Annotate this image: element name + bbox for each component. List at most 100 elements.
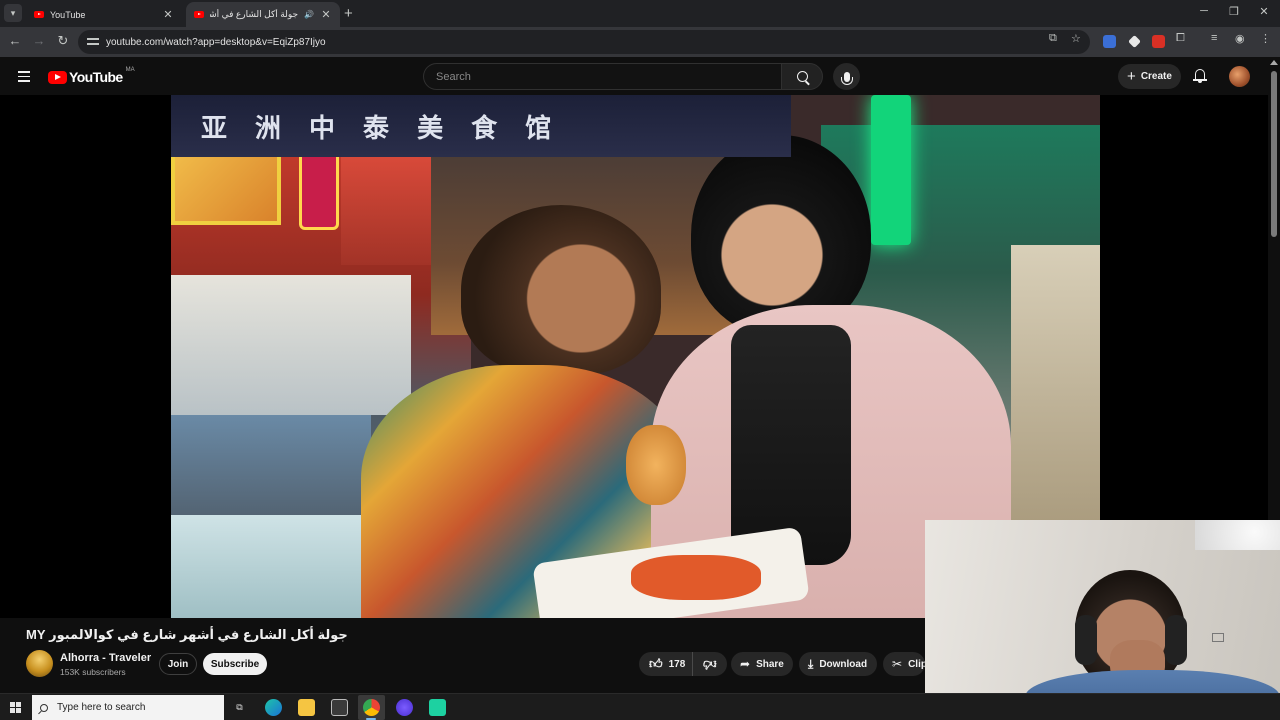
youtube-favicon-icon xyxy=(194,11,204,18)
sauce xyxy=(631,555,761,600)
sign-character: 馆 xyxy=(525,113,552,144)
new-tab-button[interactable]: + xyxy=(344,5,353,22)
subscribe-button[interactable]: Subscribe xyxy=(203,653,267,675)
discord-app-icon[interactable] xyxy=(396,699,413,716)
channel-name[interactable]: Alhorra - Traveler xyxy=(60,652,151,664)
sign-character: 美 xyxy=(417,113,444,144)
person-left-head xyxy=(461,205,661,375)
search-input[interactable] xyxy=(436,70,781,83)
youtube-play-icon xyxy=(48,70,67,84)
microphone-icon xyxy=(840,71,853,85)
extension-diamond-icon[interactable] xyxy=(1128,35,1141,48)
edge-browser-icon[interactable] xyxy=(265,699,282,716)
bakery-shelves xyxy=(1011,245,1100,545)
tab-title: جولة أكل الشارع في أشهر شا xyxy=(210,9,299,19)
browser-tabstrip: ▾ YouTube ✕ جولة أكل الشارع في أشهر شا 🔊… xyxy=(0,0,1280,27)
site-info-icon[interactable] xyxy=(86,36,100,48)
address-bar[interactable]: youtube.com/watch?app=desktop&v=EqiZp87I… xyxy=(78,30,1090,54)
youtube-header: YouTube MA + Create xyxy=(0,57,1268,95)
restore-icon[interactable]: ❐ xyxy=(1228,5,1240,18)
tab-search-button[interactable]: ▾ xyxy=(4,4,22,22)
like-button[interactable]: 👍︎ 178 xyxy=(639,652,693,676)
tab-close-icon[interactable]: ✕ xyxy=(162,8,174,21)
task-view-icon[interactable]: ⧉ xyxy=(231,699,248,716)
sign-character: 洲 xyxy=(255,113,282,144)
tab-title: YouTube xyxy=(50,9,86,20)
tab-video[interactable]: جولة أكل الشارع في أشهر شا 🔊 ✕ xyxy=(186,2,340,27)
dining-tables xyxy=(171,415,371,525)
minimize-icon[interactable]: ─ xyxy=(1198,5,1210,17)
download-button[interactable]: ⤓ Download xyxy=(799,652,877,676)
clip-button[interactable]: ✂ Clip xyxy=(883,652,925,676)
thumbs-down-icon: 👍︎ xyxy=(703,657,717,672)
ceiling-light xyxy=(1195,520,1280,550)
windows-start-icon[interactable] xyxy=(10,702,21,713)
sign-character: 中 xyxy=(309,113,336,144)
taskbar-search[interactable] xyxy=(32,695,224,720)
scissors-icon: ✂ xyxy=(892,657,903,671)
kitchen-background xyxy=(171,275,411,415)
plus-icon: + xyxy=(1127,67,1136,85)
close-window-icon[interactable]: ✕ xyxy=(1258,5,1270,18)
region-code: MA xyxy=(125,67,135,73)
chrome-browser-icon[interactable] xyxy=(363,699,380,716)
green-neon-sign xyxy=(871,95,911,245)
menu-icon[interactable] xyxy=(18,71,30,82)
create-button[interactable]: + Create xyxy=(1118,64,1181,89)
dislike-button[interactable]: 👍︎ xyxy=(693,652,727,676)
youtube-logo[interactable]: YouTube MA xyxy=(48,67,135,85)
speaker-icon[interactable]: 🔊 xyxy=(304,10,314,19)
clip-label: Clip xyxy=(908,658,925,670)
share-arrow-icon: ➦ xyxy=(740,657,751,671)
like-dislike-group: 👍︎ 178 👍︎ xyxy=(639,652,727,676)
voice-search-button[interactable] xyxy=(833,63,860,90)
browser-menu-icon[interactable]: ⋮ xyxy=(1260,32,1271,45)
translate-extension-icon[interactable] xyxy=(1103,35,1116,48)
search-button[interactable] xyxy=(781,63,823,90)
scrollbar-thumb[interactable] xyxy=(1271,71,1277,237)
scroll-up-arrow-icon[interactable] xyxy=(1270,60,1278,65)
reload-icon[interactable]: ↻ xyxy=(56,34,70,48)
notifications-bell-icon[interactable] xyxy=(1193,68,1207,84)
download-icon: ⤓ xyxy=(808,656,814,671)
tab-youtube[interactable]: YouTube ✕ xyxy=(26,2,182,27)
like-count: 178 xyxy=(668,658,686,670)
join-button[interactable]: Join xyxy=(159,653,197,675)
chinese-restaurant-sign: 亚 洲 中 泰 美 食 馆 xyxy=(171,95,791,157)
browser-toolbar: ← → ↻ youtube.com/watch?app=desktop&v=Eq… xyxy=(0,27,1280,57)
microsoft-store-icon[interactable] xyxy=(331,699,348,716)
youtube-favicon-icon xyxy=(34,11,44,18)
subscriber-count: 153K subscribers xyxy=(60,667,126,677)
headphone-right xyxy=(1165,615,1187,665)
media-control-icon[interactable]: ≡ xyxy=(1211,32,1217,44)
wall-outlet xyxy=(1212,633,1224,642)
logo-wordmark: YouTube xyxy=(69,69,123,85)
sign-character: 泰 xyxy=(363,113,390,144)
channel-avatar[interactable] xyxy=(26,650,53,677)
fried-dumpling xyxy=(626,425,686,505)
sign-character: 亚 xyxy=(201,113,228,144)
profile-icon[interactable]: ◉ xyxy=(1235,32,1245,45)
url-text[interactable]: youtube.com/watch?app=desktop&v=EqiZp87I… xyxy=(106,37,326,48)
file-explorer-icon[interactable] xyxy=(298,699,315,716)
back-icon[interactable]: ← xyxy=(8,34,22,48)
extension-red-icon[interactable] xyxy=(1152,35,1165,48)
search-icon xyxy=(796,71,808,82)
share-button[interactable]: ➦ Share xyxy=(731,652,793,676)
download-label: Download xyxy=(819,658,868,670)
windows-taskbar: ⧉ xyxy=(0,693,1280,720)
bookmark-star-icon[interactable]: ☆ xyxy=(1071,32,1081,45)
tab-close-icon[interactable]: ✕ xyxy=(320,8,332,21)
app-green-icon[interactable] xyxy=(429,699,446,716)
webcam-overlay xyxy=(925,520,1280,720)
taskbar-search-input[interactable] xyxy=(57,702,217,713)
sign-character: 食 xyxy=(471,113,498,144)
account-avatar[interactable] xyxy=(1229,66,1250,87)
forward-icon[interactable]: → xyxy=(32,34,46,48)
thumbs-up-icon: 👍︎ xyxy=(649,656,663,671)
extensions-puzzle-icon[interactable]: ⧠ xyxy=(1176,32,1185,45)
search-icon xyxy=(40,703,48,712)
video-title: جولة أكل الشارع في أشهر شارع في كوالالمب… xyxy=(26,627,348,642)
search-box[interactable] xyxy=(423,63,781,90)
install-app-icon[interactable]: ⧉ xyxy=(1049,32,1057,45)
